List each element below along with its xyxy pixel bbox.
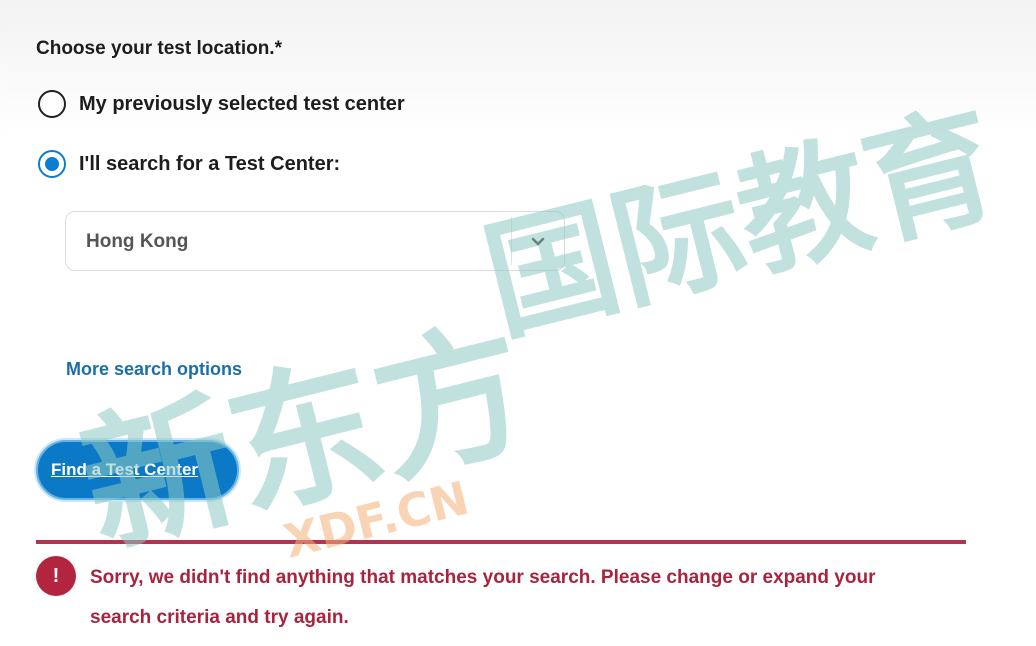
find-test-center-label: Find a Test Center: [50, 460, 199, 479]
location-select-value: Hong Kong: [86, 231, 189, 252]
radio-label-search-center: I'll search for a Test Center:: [79, 152, 341, 175]
question-label: Choose your test location.*: [36, 38, 282, 59]
chevron-down-icon[interactable]: [528, 234, 548, 250]
radio-button-checked[interactable]: [38, 150, 66, 178]
radio-search-center[interactable]: I'll search for a Test Center:: [38, 150, 340, 178]
radio-button-unchecked[interactable]: [38, 90, 66, 118]
error-divider: [36, 540, 966, 544]
radio-previous-center[interactable]: My previously selected test center: [38, 90, 405, 118]
select-divider: [511, 217, 512, 265]
error-alert-icon: !: [36, 556, 76, 596]
find-test-center-button[interactable]: Find a Test Center: [36, 440, 239, 500]
more-search-options-link[interactable]: More search options: [66, 359, 242, 380]
radio-label-previous-center: My previously selected test center: [79, 92, 405, 115]
location-select[interactable]: Hong Kong: [65, 211, 565, 271]
error-message: Sorry, we didn't find anything that matc…: [90, 567, 876, 628]
